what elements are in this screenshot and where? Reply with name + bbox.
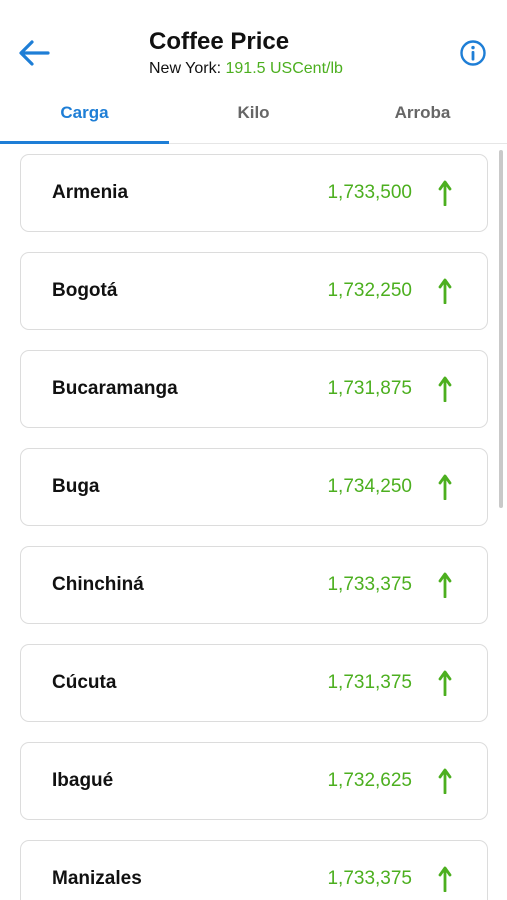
price-card-chinchina[interactable]: Chinchiná 1,733,375 <box>20 546 488 624</box>
ny-price-line: New York: 191.5 USCent/lb <box>149 59 343 79</box>
arrow-up-icon <box>438 768 452 794</box>
info-icon <box>460 40 486 66</box>
city-name: Buga <box>52 476 100 497</box>
ny-price-label: New York: <box>149 60 222 77</box>
arrow-up-icon <box>438 866 452 892</box>
price-value: 1,731,875 <box>327 378 412 399</box>
price-card-armenia[interactable]: Armenia 1,733,500 <box>20 154 488 232</box>
price-value: 1,734,250 <box>327 476 412 497</box>
page-title: Coffee Price <box>149 28 290 55</box>
arrow-up-icon <box>438 474 452 500</box>
price-value: 1,733,500 <box>327 182 412 203</box>
price-card-buga[interactable]: Buga 1,734,250 <box>20 448 488 526</box>
arrow-left-icon <box>19 40 50 66</box>
tab-arroba[interactable]: Arroba <box>338 92 507 143</box>
price-card-manizales[interactable]: Manizales 1,733,375 <box>20 840 488 900</box>
city-name: Chinchiná <box>52 574 144 595</box>
price-value: 1,733,375 <box>327 868 412 889</box>
city-name: Bogotá <box>52 280 118 301</box>
ny-price-value: 191.5 USCent/lb <box>225 60 343 77</box>
price-list: Armenia 1,733,500 Bogotá 1,732,250 Bucar… <box>0 144 507 900</box>
app-screen: Coffee Price New York: 191.5 USCent/lb C… <box>0 0 507 900</box>
price-card-cucuta[interactable]: Cúcuta 1,731,375 <box>20 644 488 722</box>
price-value: 1,733,375 <box>327 574 412 595</box>
price-card-bucaramanga[interactable]: Bucaramanga 1,731,875 <box>20 350 488 428</box>
title-block: Coffee Price New York: 191.5 USCent/lb <box>149 28 343 79</box>
arrow-up-icon <box>438 180 452 206</box>
city-name: Ibagué <box>52 770 114 791</box>
price-value: 1,731,375 <box>327 672 412 693</box>
tab-kilo[interactable]: Kilo <box>169 92 338 143</box>
city-name: Manizales <box>52 868 142 889</box>
price-value: 1,732,250 <box>327 280 412 301</box>
arrow-up-icon <box>438 670 452 696</box>
unit-tabs: Carga Kilo Arroba <box>0 92 507 144</box>
price-value: 1,732,625 <box>327 770 412 791</box>
city-name: Armenia <box>52 182 129 203</box>
header: Coffee Price New York: 191.5 USCent/lb <box>0 0 507 92</box>
back-button[interactable] <box>16 36 52 70</box>
arrow-up-icon <box>438 376 452 402</box>
info-button[interactable] <box>458 38 488 68</box>
arrow-up-icon <box>438 572 452 598</box>
scrollbar[interactable] <box>499 150 503 508</box>
price-card-bogota[interactable]: Bogotá 1,732,250 <box>20 252 488 330</box>
arrow-up-icon <box>438 278 452 304</box>
price-card-ibague[interactable]: Ibagué 1,732,625 <box>20 742 488 820</box>
tab-carga[interactable]: Carga <box>0 92 169 144</box>
city-name: Bucaramanga <box>52 378 178 399</box>
city-name: Cúcuta <box>52 672 117 693</box>
